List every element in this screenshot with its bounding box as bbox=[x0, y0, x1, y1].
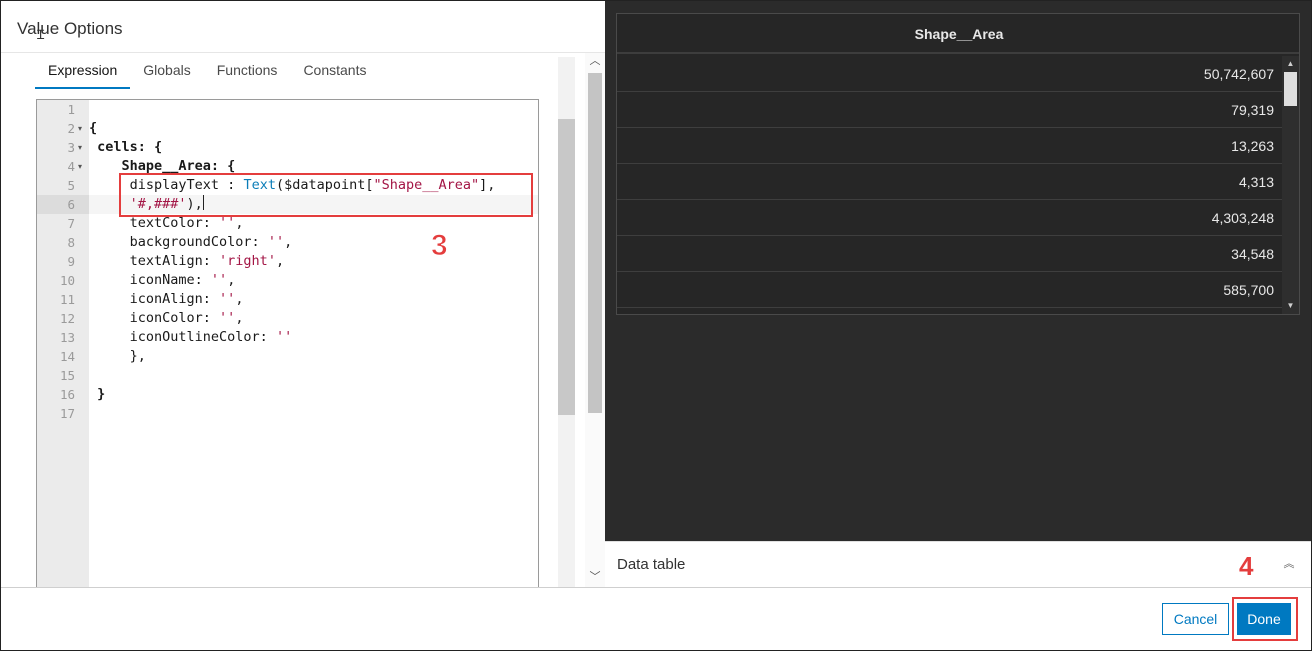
tab-functions[interactable]: Functions bbox=[204, 53, 291, 89]
annotation-step-number: 3 bbox=[431, 229, 449, 263]
code-line: iconOutlineColor: '' bbox=[89, 329, 293, 345]
editor-scrollbar-thumb[interactable] bbox=[558, 119, 575, 415]
cancel-button[interactable]: Cancel bbox=[1162, 603, 1229, 635]
line-number-gutter: 1 2 ▾ 3 ▾ 4 ▾ 5 6 7 8 9 10 11 12 13 14 1… bbox=[37, 100, 89, 587]
tab-globals[interactable]: Globals bbox=[130, 53, 203, 89]
code-line: iconColor: '', bbox=[89, 310, 244, 326]
fold-toggle-icon[interactable]: ▾ bbox=[78, 157, 87, 176]
value-options-dialog: Value Options Ɪ Expression Globals Funct… bbox=[0, 0, 1312, 651]
code-line: } bbox=[89, 386, 106, 402]
line-number: 12 bbox=[59, 311, 75, 326]
column-header[interactable]: Shape__Area bbox=[617, 14, 1299, 54]
data-table-toggle-bar[interactable]: Data table ︽ bbox=[605, 541, 1311, 587]
code-line: }, bbox=[89, 348, 146, 364]
code-line: iconName: '', bbox=[89, 272, 236, 288]
text-cursor-icon: Ɪ bbox=[37, 27, 45, 42]
line-number: 7 bbox=[67, 216, 75, 231]
expression-tabs: Expression Globals Functions Constants bbox=[35, 53, 379, 89]
tab-expression[interactable]: Expression bbox=[35, 53, 131, 89]
annotation-step-number: 4 bbox=[1239, 551, 1254, 581]
fold-toggle-icon[interactable]: ▾ bbox=[78, 138, 87, 157]
preview-panel: Shape__Area 50,742,607 79,319 13,263 4,3… bbox=[605, 1, 1311, 541]
line-number: 6 bbox=[67, 197, 75, 212]
line-number: 1 bbox=[67, 102, 75, 117]
line-number: 11 bbox=[59, 292, 75, 307]
table-scroll-down-icon[interactable]: ▼ bbox=[1283, 300, 1298, 312]
data-table-label: Data table bbox=[617, 556, 686, 573]
line-number: 13 bbox=[59, 330, 75, 345]
dialog-title: Value Options bbox=[17, 19, 123, 38]
table-scroll-up-icon[interactable]: ▲ bbox=[1283, 58, 1298, 70]
table-scrollbar-thumb[interactable] bbox=[1284, 72, 1297, 106]
line-number: 3 bbox=[67, 140, 75, 155]
scroll-up-icon[interactable]: ︿ bbox=[587, 53, 603, 69]
line-number: 15 bbox=[59, 368, 75, 383]
table-row: 585,700 bbox=[617, 272, 1283, 308]
line-number: 4 bbox=[67, 159, 75, 174]
expression-panel: Value Options Ɪ Expression Globals Funct… bbox=[1, 1, 605, 587]
annotation-highlight-box bbox=[119, 173, 533, 217]
table-row: 79,319 bbox=[617, 92, 1283, 128]
chevron-up-double-icon[interactable]: ︽ bbox=[1281, 556, 1297, 572]
table-row: 34,548 bbox=[617, 236, 1283, 272]
code-line: { bbox=[89, 120, 98, 136]
code-line: backgroundColor: '', bbox=[89, 234, 293, 250]
code-line: iconAlign: '', bbox=[89, 291, 244, 307]
annotation-highlight-box bbox=[1232, 597, 1298, 641]
line-number: 10 bbox=[59, 273, 75, 288]
fold-toggle-icon[interactable]: ▾ bbox=[78, 119, 87, 138]
code-line: textAlign: 'right', bbox=[89, 253, 285, 269]
line-number: 16 bbox=[59, 387, 75, 402]
table-row: 13,263 bbox=[617, 128, 1283, 164]
code-line: cells: { bbox=[89, 139, 163, 155]
table-row: 4,303,248 bbox=[617, 200, 1283, 236]
preview-table: Shape__Area 50,742,607 79,319 13,263 4,3… bbox=[616, 13, 1300, 315]
footer-divider bbox=[1, 587, 1311, 588]
tab-constants[interactable]: Constants bbox=[290, 53, 379, 89]
table-row: 4,313 bbox=[617, 164, 1283, 200]
line-number: 8 bbox=[67, 235, 75, 250]
line-number: 2 bbox=[67, 121, 75, 136]
line-number: 5 bbox=[67, 178, 75, 193]
scroll-down-icon[interactable]: ﹀ bbox=[587, 569, 603, 585]
line-number: 17 bbox=[59, 406, 75, 421]
line-number: 9 bbox=[67, 254, 75, 269]
table-row: 50,742,607 bbox=[617, 56, 1283, 92]
line-number: 14 bbox=[59, 349, 75, 364]
panel-scrollbar-thumb[interactable] bbox=[588, 73, 602, 413]
